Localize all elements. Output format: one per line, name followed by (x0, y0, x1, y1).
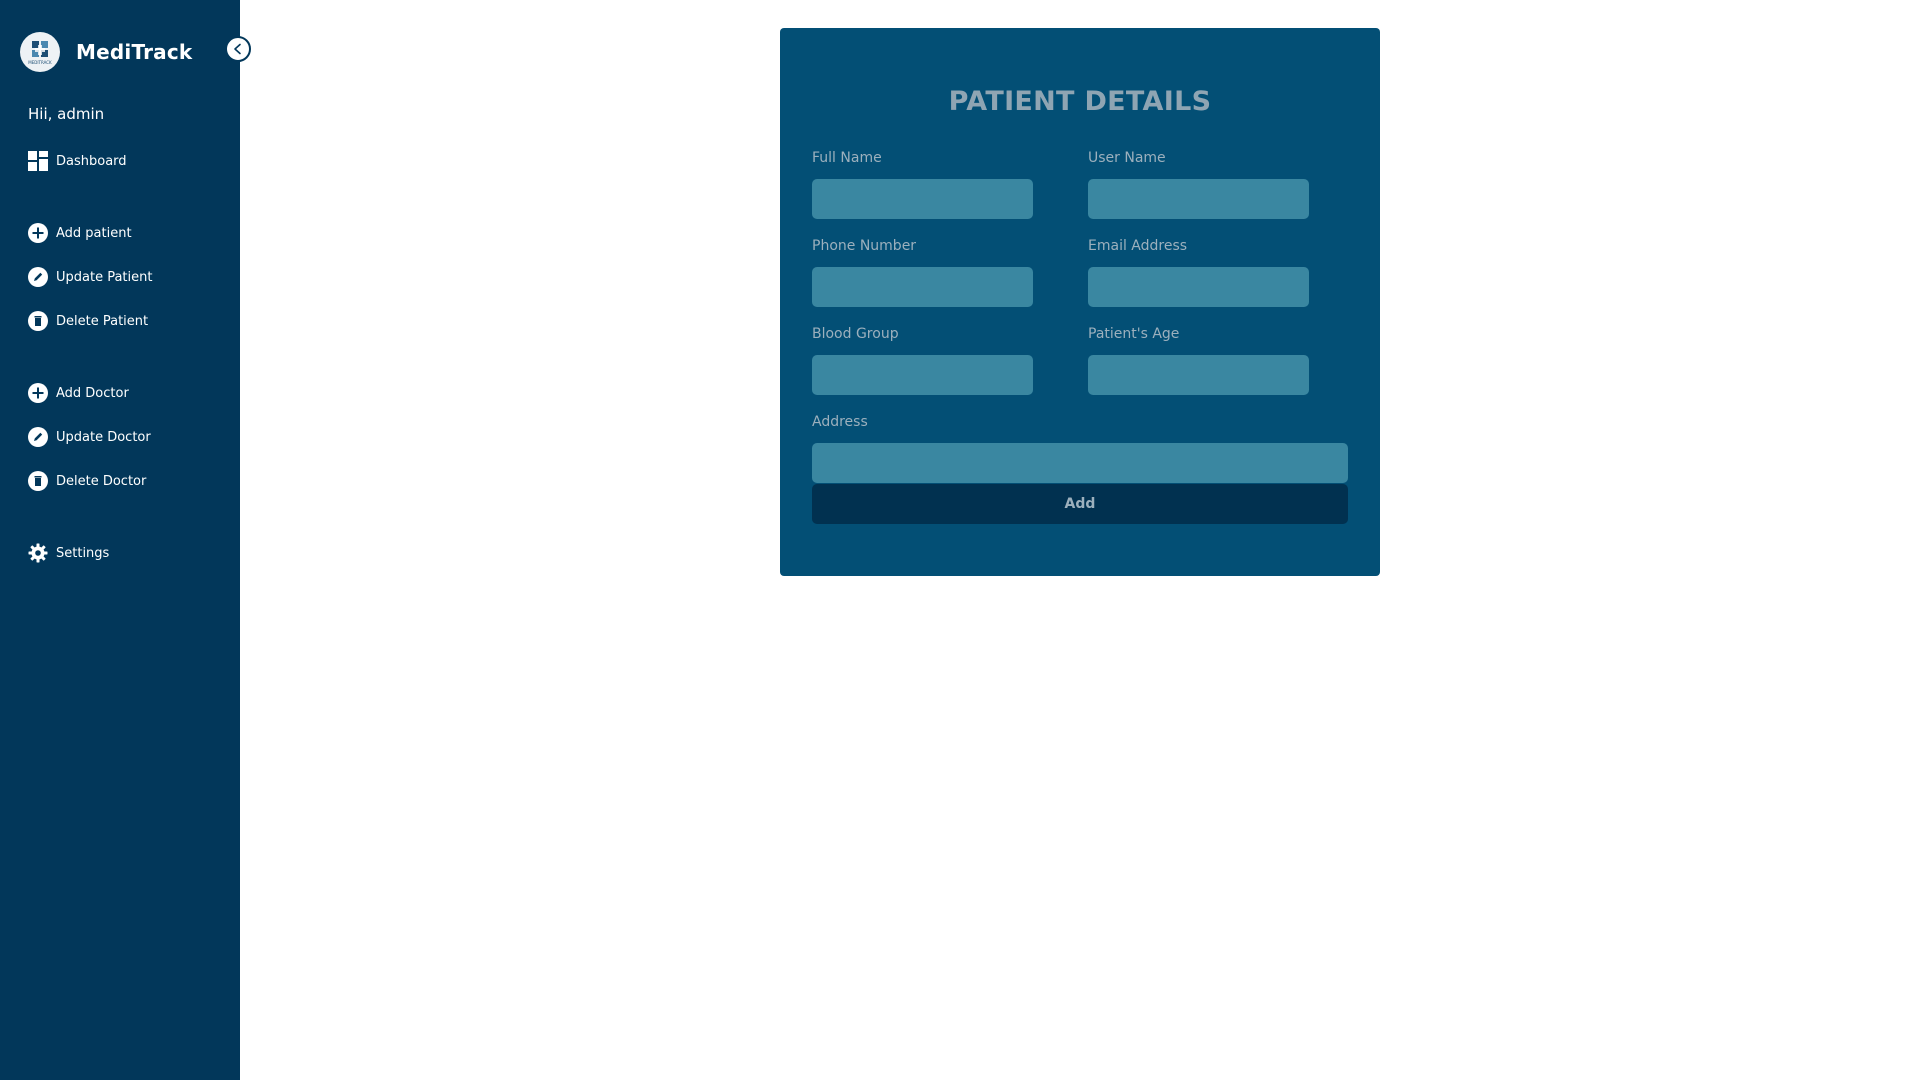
logo-mark-icon: MEDITRACK (28, 41, 52, 65)
pencil-circle-icon (28, 267, 48, 287)
phone-number-input[interactable] (812, 267, 1033, 307)
greeting-text: Hii, admin (28, 105, 105, 123)
sidebar-item-label: Update Patient (56, 269, 153, 285)
add-button[interactable]: Add (812, 484, 1348, 524)
chevron-left-icon (232, 43, 244, 55)
address-input[interactable] (812, 443, 1348, 483)
sidebar-item-add-patient[interactable]: Add patient (28, 222, 132, 244)
patient-age-label: Patient's Age (1088, 326, 1180, 342)
gear-icon (28, 543, 48, 563)
sidebar-item-label: Add Doctor (56, 385, 129, 401)
sidebar-item-delete-doctor[interactable]: Delete Doctor (28, 470, 146, 492)
sidebar-item-settings[interactable]: Settings (28, 542, 109, 564)
email-address-input[interactable] (1088, 267, 1309, 307)
email-address-label: Email Address (1088, 238, 1188, 254)
sidebar-item-update-patient[interactable]: Update Patient (28, 266, 152, 288)
sidebar-item-label: Delete Patient (56, 313, 149, 329)
app-root: MEDITRACK MediTrack Hii, admin Dashboard (0, 0, 1920, 1080)
pencil-circle-icon (28, 427, 48, 447)
phone-number-label: Phone Number (812, 238, 917, 254)
sidebar-item-update-doctor[interactable]: Update Doctor (28, 426, 151, 448)
logo-text: MEDITRACK (28, 60, 52, 65)
user-name-input[interactable] (1088, 179, 1309, 219)
sidebar: MEDITRACK MediTrack Hii, admin Dashboard (0, 0, 240, 1080)
sidebar-item-label: Update Doctor (56, 429, 151, 445)
full-name-input[interactable] (812, 179, 1033, 219)
patient-details-card: PATIENT DETAILS Full Name User Name Phon… (780, 28, 1380, 576)
sidebar-item-delete-patient[interactable]: Delete Patient (28, 310, 148, 332)
dashboard-icon (28, 151, 48, 171)
user-name-label: User Name (1088, 150, 1166, 166)
blood-group-label: Blood Group (812, 326, 899, 342)
app-name: MediTrack (76, 40, 193, 64)
meditrack-logo: MEDITRACK (20, 32, 60, 72)
sidebar-item-label: Add patient (56, 225, 132, 241)
sidebar-item-label: Delete Doctor (56, 473, 147, 489)
trash-circle-icon (28, 471, 48, 491)
sidebar-item-label: Dashboard (56, 153, 127, 169)
plus-circle-icon (28, 223, 48, 243)
plus-circle-icon (28, 383, 48, 403)
blood-group-input[interactable] (812, 355, 1033, 395)
brand[interactable]: MEDITRACK MediTrack (20, 32, 192, 72)
sidebar-item-add-doctor[interactable]: Add Doctor (28, 382, 129, 404)
trash-circle-icon (28, 311, 48, 331)
full-name-label: Full Name (812, 150, 882, 166)
sidebar-collapse-button[interactable] (225, 36, 251, 62)
patient-age-input[interactable] (1088, 355, 1309, 395)
form-title: PATIENT DETAILS (948, 86, 1212, 117)
sidebar-item-dashboard[interactable]: Dashboard (28, 150, 127, 172)
sidebar-item-label: Settings (56, 545, 110, 561)
address-label: Address (812, 414, 868, 430)
